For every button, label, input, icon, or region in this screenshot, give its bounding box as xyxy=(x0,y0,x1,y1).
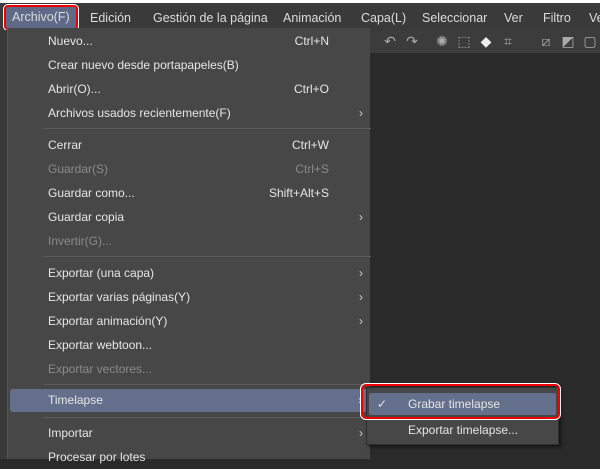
menu-item-exportar-paginas[interactable]: Exportar varias páginas(Y) › xyxy=(8,286,371,309)
label: Exportar animación(Y) xyxy=(48,314,168,328)
menu-item-timelapse[interactable]: Timelapse › xyxy=(10,389,368,412)
menu-item-guardar-copia[interactable]: Guardar copia › xyxy=(8,206,371,229)
menu-item-invertir: Invertir(G)... xyxy=(8,230,371,253)
menu-item-recientes[interactable]: Archivos usados recientemente(F) › xyxy=(8,102,371,125)
menu-item-guardar-como[interactable]: Guardar como... Shift+Alt+S xyxy=(8,182,371,205)
label: Nuevo... xyxy=(48,34,93,48)
menu-ventana[interactable]: Ve xyxy=(589,8,600,28)
label: Importar xyxy=(48,426,93,440)
menu-item-cerrar[interactable]: Cerrar Ctrl+W xyxy=(8,134,371,157)
label: Invertir(G)... xyxy=(48,234,113,248)
menu-item-abrir[interactable]: Abrir(O)... Ctrl+O xyxy=(8,78,371,101)
label: Procesar por lotes xyxy=(48,450,146,464)
label: Cerrar xyxy=(48,138,83,152)
label: Archivos usados recientemente(F) xyxy=(48,106,231,120)
label: Exportar vectores... xyxy=(48,362,153,376)
menu-item-guardar: Guardar(S) Ctrl+S xyxy=(8,158,371,181)
label: Exportar varias páginas(Y) xyxy=(48,290,191,304)
selection-fill-icon[interactable]: ◩ xyxy=(560,33,576,49)
chevron-right-icon: › xyxy=(359,210,363,224)
label: Guardar copia xyxy=(48,210,125,224)
label: Crear nuevo desde portapapeles(B) xyxy=(48,58,239,72)
chevron-right-icon: › xyxy=(359,106,363,120)
selection-more-icon[interactable]: ▢ xyxy=(582,33,598,49)
separator xyxy=(44,128,371,129)
archivo-menu: Nuevo... Ctrl+N Crear nuevo desde portapa… xyxy=(7,28,371,464)
shortcut: Ctrl+O xyxy=(293,82,329,96)
undo-icon[interactable]: ↶ xyxy=(382,33,398,49)
fill-icon[interactable]: ◆ xyxy=(478,33,494,49)
submenu-item-exportar-timelapse[interactable]: Exportar timelapse... xyxy=(369,419,556,441)
menu-item-exportar-capa[interactable]: Exportar (una capa) › xyxy=(8,262,371,285)
label: Abrir(O)... xyxy=(48,82,101,96)
separator xyxy=(44,256,371,257)
menu-item-exportar-vectores: Exportar vectores... xyxy=(8,358,371,381)
menu-animacion[interactable]: Animación xyxy=(283,8,341,28)
label: Exportar timelapse... xyxy=(408,423,519,437)
menu-filtro[interactable]: Filtro xyxy=(543,8,571,28)
menu-item-exportar-webtoon[interactable]: Exportar webtoon... xyxy=(8,334,371,357)
label: Exportar webtoon... xyxy=(48,338,153,352)
label: Guardar(S) xyxy=(48,162,109,176)
menu-capa[interactable]: Capa(L) xyxy=(361,8,406,28)
label: Guardar como... xyxy=(48,186,135,200)
redo-icon[interactable]: ↷ xyxy=(404,33,420,49)
shortcut: Ctrl+W xyxy=(292,138,329,152)
shortcut: Shift+Alt+S xyxy=(268,186,329,200)
separator xyxy=(44,384,371,385)
transform-icon[interactable]: ⌗ xyxy=(500,33,516,49)
menu-item-crear-portapapeles[interactable]: Crear nuevo desde portapapeles(B) xyxy=(8,54,371,77)
menu-edicion[interactable]: Edición xyxy=(90,8,131,28)
chevron-right-icon: › xyxy=(359,314,363,328)
separator xyxy=(44,417,371,418)
menu-seleccionar[interactable]: Seleccionar xyxy=(422,8,487,28)
menu-bar: Archivo(F) Edición Gestión de la página … xyxy=(0,0,600,31)
menu-archivo[interactable]: Archivo(F) xyxy=(3,4,79,31)
label: Timelapse xyxy=(48,393,103,407)
menu-item-nuevo[interactable]: Nuevo... Ctrl+N xyxy=(8,30,371,53)
invert-selection-icon[interactable]: ⧄ xyxy=(538,33,554,49)
highlight-annotation xyxy=(360,383,561,420)
menu-gestion-pagina[interactable]: Gestión de la página xyxy=(153,8,268,28)
shortcut: Ctrl+N xyxy=(294,34,329,48)
menu-item-importar[interactable]: Importar › xyxy=(8,422,371,445)
menu-item-exportar-animacion[interactable]: Exportar animación(Y) › xyxy=(8,310,371,333)
chevron-right-icon: › xyxy=(359,266,363,280)
menu-item-procesar-lotes[interactable]: Procesar por lotes xyxy=(8,446,371,469)
toolbar: ↶ ↷ ✺ ⬚ ◆ ⌗ ⧄ ◩ ▢ xyxy=(370,30,600,53)
selection-clear-icon[interactable]: ⬚ xyxy=(456,33,472,49)
menu-ver[interactable]: Ver xyxy=(504,8,523,28)
chevron-right-icon: › xyxy=(359,426,363,440)
shortcut: Ctrl+S xyxy=(295,162,329,176)
chevron-right-icon: › xyxy=(359,290,363,304)
label: Exportar (una capa) xyxy=(48,266,155,280)
selection-spinner-icon[interactable]: ✺ xyxy=(434,33,450,49)
